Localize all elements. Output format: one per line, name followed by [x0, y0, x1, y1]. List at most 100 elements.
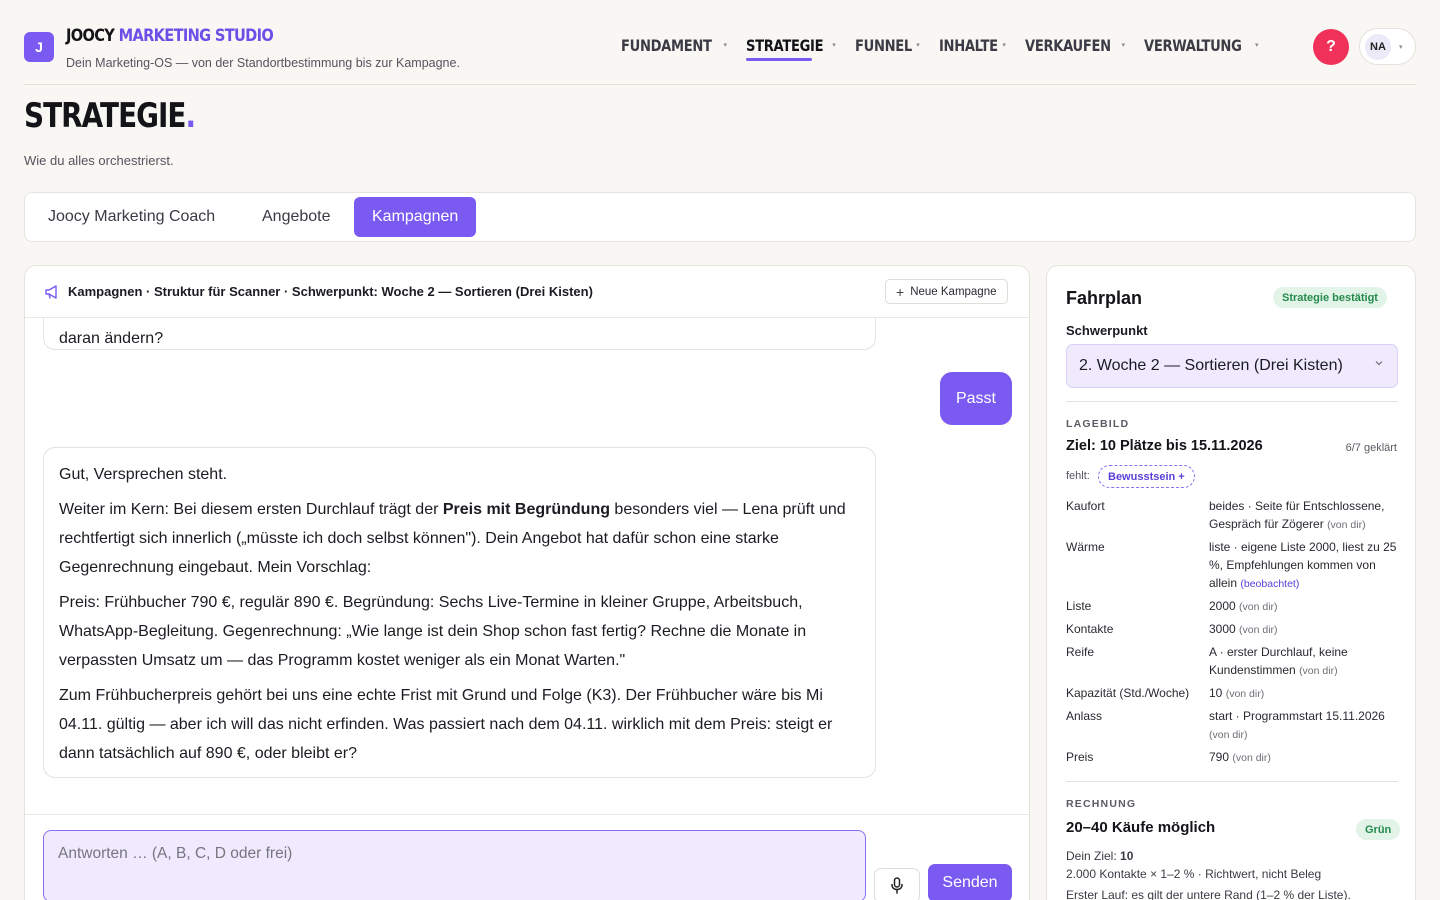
divider [1066, 401, 1398, 402]
fact-source: (von dir) [1225, 688, 1265, 700]
missing-label: fehlt: [1066, 470, 1090, 482]
fact-value-wrap: 3000 (von dir) [1209, 620, 1401, 639]
nav-label: FUNDAMENT [621, 35, 712, 55]
nav-verkaufen[interactable]: VERKAUFEN ▾ [1025, 31, 1125, 59]
nav-fundament[interactable]: FUNDAMENT ▾ [621, 31, 727, 59]
tab-marketing-coach[interactable]: Joocy Marketing Coach [30, 197, 233, 237]
fact-key: Kapazität (Std./Woche) [1066, 686, 1190, 700]
missing-awareness-chip[interactable]: Bewusstsein + [1098, 465, 1195, 488]
fact-value-wrap: 2000 (von dir) [1209, 597, 1401, 616]
assistant-message: Gut, Versprechen steht. Weiter im Kern: … [43, 447, 876, 778]
message-paragraph: Weiter im Kern: Bei diesem ersten Durchl… [59, 495, 860, 582]
brand-tagline: Dein Marketing-OS — von der Standortbest… [66, 56, 460, 70]
calc-eyebrow: RECHNUNG [1066, 798, 1137, 810]
message-emphasis: Preis mit Begründung [442, 501, 610, 518]
brand-name: JOOCY MARKETING STUDIO [66, 26, 274, 46]
focus-select[interactable]: 2. Woche 2 — Sortieren (Drei Kisten) [1066, 344, 1398, 388]
message-text: daran ändern? [59, 330, 164, 347]
calc-goal-label: Dein Ziel: [1066, 849, 1117, 863]
fact-value: 3000 [1209, 622, 1236, 636]
fact-key: Reife [1066, 645, 1095, 659]
message-paragraph: Gut, Versprechen steht. [59, 466, 228, 483]
fact-key: Anlass [1066, 709, 1103, 723]
fact-value-wrap: 10 (von dir) [1209, 684, 1401, 703]
chevron-down-icon: ▾ [723, 42, 728, 49]
message-paragraph: Preis: Frühbucher 790 €, regulär 890 €. … [59, 594, 807, 669]
chevron-down-icon: ▾ [1254, 42, 1259, 49]
roadmap-title: Fahrplan [1066, 288, 1143, 308]
calc-formula: 2.000 Kontakte × 1–2 % · Richtwert, nich… [1066, 867, 1322, 881]
nav-strategie[interactable]: STRATEGIE ▾ [746, 31, 836, 61]
brand-part-1: JOOCY [66, 26, 115, 46]
fact-value: 790 [1209, 750, 1230, 764]
help-button[interactable]: ? [1313, 29, 1349, 65]
fact-value-wrap: liste · eigene Liste 2000, liest zu 25 %… [1209, 538, 1401, 593]
brand-part-2: MARKETING STUDIO [118, 26, 274, 46]
calc-goal-value: 10 [1120, 849, 1134, 863]
tab-angebote[interactable]: Angebote [244, 197, 349, 237]
chat-header-title: Kampagnen · Struktur für Scanner · Schwe… [68, 284, 593, 299]
fact-source: (von dir) [1239, 601, 1278, 613]
microphone-icon [891, 877, 903, 894]
page-title-dot: . [185, 96, 196, 136]
reply-input[interactable] [43, 830, 866, 900]
app-logo[interactable]: J [24, 32, 54, 62]
situation-eyebrow: LAGEBILD [1066, 418, 1130, 430]
fact-value: liste · eigene Liste 2000, liest zu 25 %… [1209, 540, 1397, 590]
nav-inhalte[interactable]: INHALTE ▾ [939, 31, 1006, 59]
chevron-down-icon: ▾ [832, 42, 836, 49]
chat-panel: Kampagnen · Struktur für Scanner · Schwe… [24, 265, 1030, 900]
focus-label: Schwerpunkt [1066, 323, 1148, 338]
chevron-down-icon: ▾ [1399, 43, 1403, 51]
fact-value-wrap: 790 (von dir) [1209, 748, 1401, 767]
chat-messages[interactable]: daran ändern? Passt Gut, Versprechen ste… [25, 318, 1029, 814]
nav-funnel[interactable]: FUNNEL ▾ [855, 31, 920, 59]
fact-source: (von dir) [1327, 519, 1366, 531]
fact-value-wrap: A · erster Durchlauf, keine Kundenstimme… [1209, 643, 1401, 680]
divider [1066, 781, 1398, 782]
fact-key: Liste [1066, 599, 1092, 613]
status-badge: Strategie bestätigt [1273, 287, 1387, 308]
chevron-down-icon: ▾ [1002, 42, 1006, 49]
nav-verwaltung[interactable]: VERWALTUNG ▾ [1144, 31, 1258, 59]
tab-kampagnen[interactable]: Kampagnen [354, 197, 477, 237]
user-menu-button[interactable]: NA ▾ [1359, 28, 1416, 65]
calc-goal: Dein Ziel: 10 [1066, 849, 1133, 863]
new-campaign-button[interactable]: + Neue Kampagne [885, 279, 1008, 304]
microphone-button[interactable] [874, 868, 920, 900]
user-message: Passt [940, 372, 1012, 425]
page-title: STRATEGIE. [24, 96, 196, 136]
chevron-down-icon [1375, 361, 1383, 366]
fact-source: (von dir) [1232, 752, 1271, 764]
fact-value: start · Programmstart 15.11.2026 [1209, 709, 1385, 723]
main-nav: FUNDAMENT ▾ STRATEGIE ▾ FUNNEL ▾ INHALTE… [621, 31, 1277, 61]
nav-label: VERKAUFEN [1024, 35, 1111, 55]
avatar: NA [1365, 33, 1391, 60]
fact-key: Kontakte [1066, 622, 1114, 636]
nav-label: STRATEGIE [746, 35, 824, 55]
calc-status-badge: Grün [1356, 819, 1401, 840]
focus-select-value: 2. Woche 2 — Sortieren (Drei Kisten) [1079, 357, 1343, 374]
fact-source: (von dir) [1239, 624, 1278, 636]
megaphone-icon [45, 285, 57, 299]
calc-note: Erster Lauf: es gilt der untere Rand (1–… [1066, 888, 1351, 900]
goal-text: Ziel: 10 Plätze bis 15.11.2026 [1066, 438, 1263, 454]
fact-value-wrap: start · Programmstart 15.11.2026 (von di… [1209, 707, 1401, 744]
send-button[interactable]: Senden [928, 864, 1012, 900]
fact-source: (beobachtet) [1240, 578, 1300, 590]
nav-label: FUNNEL [854, 35, 912, 55]
clarified-count: 6/7 geklärt [1345, 442, 1397, 454]
assistant-message: daran ändern? [43, 318, 876, 350]
fact-value: 2000 [1209, 599, 1236, 613]
fact-key: Preis [1066, 750, 1094, 764]
chat-header: Kampagnen · Struktur für Scanner · Schwe… [25, 266, 1029, 318]
fact-value-wrap: beides · Seite für Entschlossene, Gesprä… [1209, 497, 1401, 534]
fact-value: 10 [1209, 686, 1223, 700]
section-tabs: Joocy Marketing Coach Angebote Kampagnen [24, 192, 1416, 242]
calc-result: 20–40 Käufe möglich [1066, 819, 1216, 836]
plus-icon: + [896, 283, 905, 300]
nav-label: VERWALTUNG [1144, 35, 1242, 55]
new-campaign-label: Neue Kampagne [910, 285, 997, 298]
nav-label: INHALTE [938, 35, 998, 55]
message-paragraph: Zum Frühbucherpreis gehört bei uns eine … [59, 687, 833, 762]
